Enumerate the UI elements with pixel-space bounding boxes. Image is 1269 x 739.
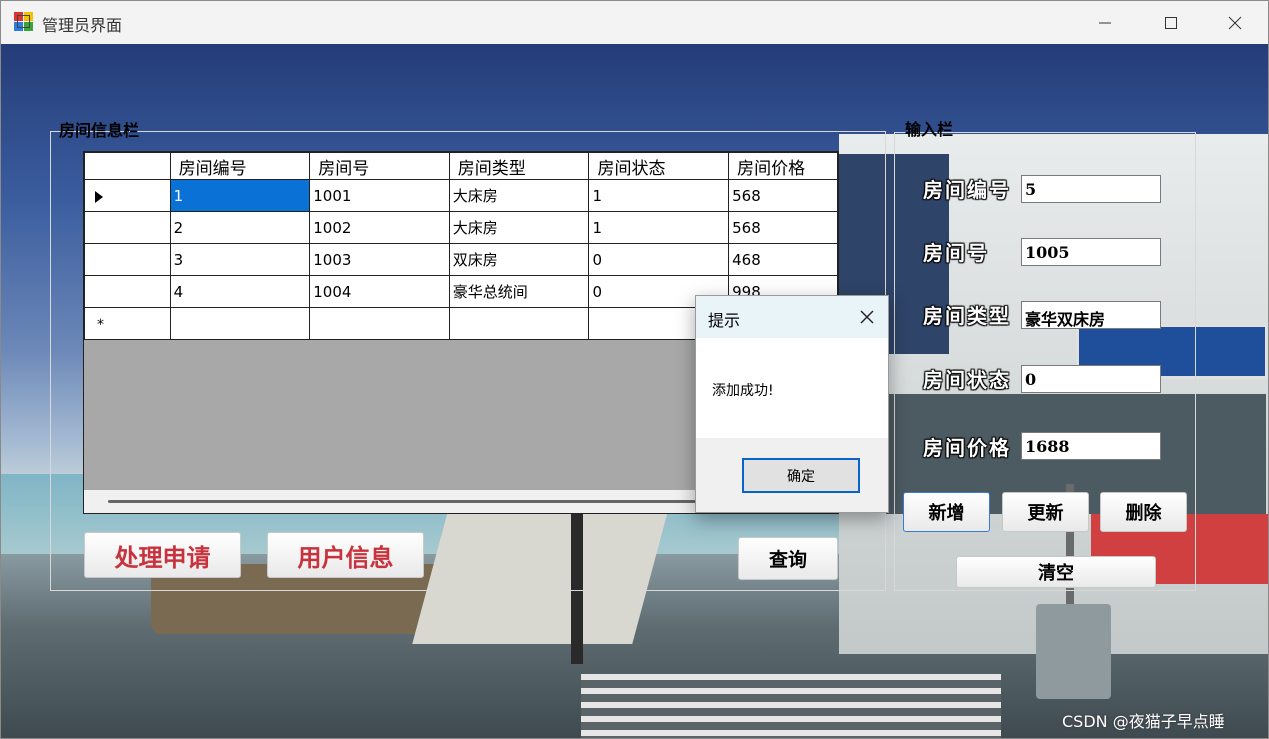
dialog-footer: 确定 [696, 438, 888, 512]
window-title: 管理员界面 [42, 16, 123, 35]
minimize-button[interactable] [1072, 1, 1138, 44]
room-id-label: 房间编号 [923, 178, 1011, 202]
table-cell[interactable]: 568 [728, 179, 838, 212]
close-icon [1228, 16, 1242, 29]
table-cell[interactable]: 1 [588, 211, 730, 244]
table-cell[interactable]: 4 [169, 275, 311, 308]
query-button[interactable]: 查询 [738, 537, 838, 580]
table-cell[interactable]: 大床房 [448, 211, 590, 244]
table-cell[interactable]: 1002 [309, 211, 450, 244]
app-icon [14, 12, 34, 32]
maximize-button[interactable] [1138, 1, 1204, 44]
room-price-label: 房间价格 [923, 436, 1011, 460]
room-number-label: 房间号 [923, 241, 989, 265]
table-cell[interactable]: 豪华总统间 [448, 275, 590, 308]
table-cell[interactable]: 3 [169, 243, 311, 276]
table-cell[interactable]: 大床房 [448, 179, 590, 212]
row-header[interactable] [84, 179, 171, 212]
dialog-title: 提示 [708, 311, 741, 330]
table-row[interactable]: 1 1001 大床房 1 568 [84, 179, 838, 212]
table-cell[interactable]: 1003 [309, 243, 450, 276]
table-header-row: 房间编号 房间号 房间类型 房间状态 房间价格 [84, 152, 838, 180]
scrollbar-thumb[interactable] [108, 500, 718, 503]
row-header[interactable]: * [84, 307, 171, 340]
table-cell[interactable]: 1004 [309, 275, 450, 308]
message-dialog: 提示 添加成功! 确定 [695, 295, 889, 513]
process-request-button[interactable]: 处理申请 [84, 532, 241, 578]
maximize-icon [1165, 16, 1177, 29]
column-header[interactable]: 房间编号 [169, 152, 311, 180]
input-group-label: 输入栏 [905, 120, 954, 139]
current-row-icon [95, 191, 103, 203]
table-cell[interactable]: 0 [588, 243, 730, 276]
dialog-message: 添加成功! [712, 383, 774, 399]
table-cell[interactable]: 1 [588, 179, 730, 212]
table-cell[interactable] [448, 307, 590, 340]
table-row[interactable]: 3 1003 双床房 0 468 [84, 243, 838, 276]
minimize-icon [1099, 22, 1111, 23]
clear-button[interactable]: 清空 [956, 556, 1156, 588]
table-cell[interactable]: 1001 [309, 179, 450, 212]
column-header[interactable]: 房间价格 [728, 152, 838, 180]
row-header[interactable] [84, 211, 171, 244]
table-cell[interactable]: 1 [169, 179, 311, 212]
room-number-input[interactable]: 1005 [1021, 238, 1161, 266]
table-cell[interactable]: 双床房 [448, 243, 590, 276]
admin-window: 管理员界面 房间信息栏 房间编号 房间号 房间类型 房间状态 房间价格 1 10… [0, 0, 1269, 739]
dialog-title-bar[interactable]: 提示 [696, 296, 888, 338]
delete-button[interactable]: 删除 [1100, 492, 1187, 532]
table-row[interactable]: 2 1002 大床房 1 568 [84, 211, 838, 244]
column-header[interactable]: 房间状态 [588, 152, 730, 180]
user-info-button[interactable]: 用户信息 [267, 532, 424, 578]
row-header[interactable] [84, 275, 171, 308]
dialog-close-button[interactable] [846, 296, 888, 338]
column-header[interactable]: 房间号 [309, 152, 450, 180]
room-status-input[interactable]: 0 [1021, 365, 1161, 393]
ok-button[interactable]: 确定 [742, 458, 860, 493]
room-id-input[interactable]: 5 [1021, 175, 1161, 203]
table-cell[interactable]: 568 [728, 211, 838, 244]
row-header-corner [84, 152, 171, 180]
client-area: 房间信息栏 房间编号 房间号 房间类型 房间状态 房间价格 1 1001 大床房… [1, 44, 1268, 738]
title-bar[interactable]: 管理员界面 [1, 1, 1268, 44]
row-header[interactable] [84, 243, 171, 276]
room-type-label: 房间类型 [923, 304, 1011, 328]
room-status-label: 房间状态 [923, 368, 1011, 392]
table-cell[interactable]: 2 [169, 211, 311, 244]
column-header[interactable]: 房间类型 [448, 152, 590, 180]
table-cell[interactable]: 468 [728, 243, 838, 276]
table-cell[interactable] [169, 307, 311, 340]
table-cell[interactable] [309, 307, 450, 340]
add-button[interactable]: 新增 [903, 492, 990, 532]
room-info-group-label: 房间信息栏 [59, 121, 140, 140]
close-icon [860, 310, 874, 324]
update-button[interactable]: 更新 [1002, 492, 1089, 532]
close-button[interactable] [1202, 1, 1268, 44]
watermark: CSDN @夜猫子早点睡 [1062, 712, 1225, 731]
new-row-marker: * [97, 317, 104, 333]
room-type-input[interactable]: 豪华双床房 [1021, 301, 1161, 329]
room-price-input[interactable]: 1688 [1021, 432, 1161, 460]
